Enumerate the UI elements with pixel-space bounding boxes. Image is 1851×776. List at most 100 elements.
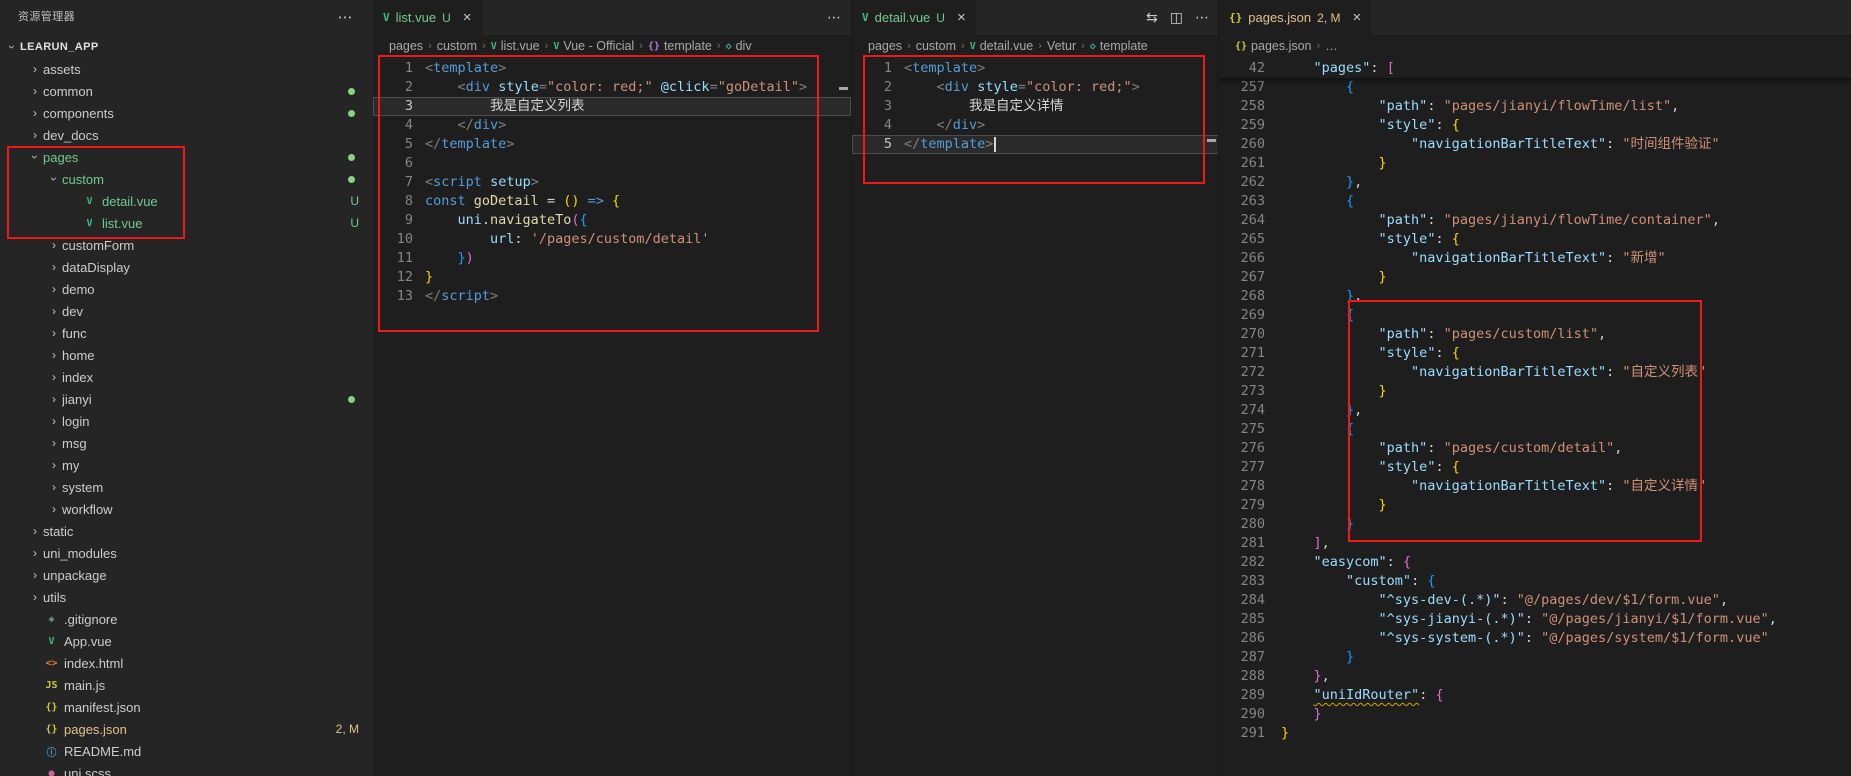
breadcrumb-item-list-vue[interactable]: Vlist.vue [491,39,540,53]
tab-list-vue[interactable]: Vlist.vueU× [373,0,483,35]
code-line[interactable]: 261 } [1219,154,1851,173]
code-line[interactable]: 273 } [1219,382,1851,401]
code-line[interactable]: 269 { [1219,306,1851,325]
code-line[interactable]: 265 "style": { [1219,230,1851,249]
code-line[interactable]: 260 "navigationBarTitleText": "时间组件验证" [1219,135,1851,154]
tree-item-jianyi[interactable]: ›jianyi [0,388,373,410]
code-line[interactable]: 274 }, [1219,401,1851,420]
code-line[interactable]: 6 [373,154,851,173]
tree-item-uni-scss[interactable]: ●uni.scss [0,762,373,776]
code-line[interactable]: 285 "^sys-jianyi-(.*)": "@/pages/jianyi/… [1219,610,1851,629]
code-line[interactable]: 278 "navigationBarTitleText": "自定义详情" [1219,477,1851,496]
changes-icon[interactable]: ⇆ [1146,9,1158,26]
tree-item-pages-json[interactable]: {}pages.json2, M [0,718,373,740]
code-line[interactable]: 5</template> [852,135,1219,154]
code-line[interactable]: 8const goDetail = () => { [373,192,851,211]
breadcrumb-item-vetur[interactable]: Vetur [1047,39,1076,53]
code-line[interactable]: 264 "path": "pages/jianyi/flowTime/conta… [1219,211,1851,230]
close-icon[interactable]: × [1352,10,1361,25]
tree-item-utils[interactable]: ›utils [0,586,373,608]
code-line[interactable]: 11 }) [373,249,851,268]
code-line[interactable]: 1<template> [373,59,851,78]
code-line[interactable]: 284 "^sys-dev-(.*)": "@/pages/dev/$1/for… [1219,591,1851,610]
breadcrumb-item-pages[interactable]: pages [868,39,902,53]
tree-item-my[interactable]: ›my [0,454,373,476]
code-line[interactable]: 276 "path": "pages/custom/detail", [1219,439,1851,458]
more-icon[interactable]: ⋯ [1195,9,1209,26]
code-line[interactable]: 271 "style": { [1219,344,1851,363]
breadcrumb-item-vue-official[interactable]: VVue - Official [553,39,634,53]
code-line[interactable]: 3 我是自定义列表 [373,97,851,116]
tree-item-dev-docs[interactable]: ›dev_docs [0,124,373,146]
tree-item-gitignore[interactable]: ◆.gitignore [0,608,373,630]
tree-item-pages[interactable]: ›pages [0,146,373,168]
code-line[interactable]: 268 }, [1219,287,1851,306]
code-line[interactable]: 267 } [1219,268,1851,287]
code-line[interactable]: 12} [373,268,851,287]
tree-item-home[interactable]: ›home [0,344,373,366]
tree-item-workflow[interactable]: ›workflow [0,498,373,520]
more-icon[interactable]: ⋯ [827,9,841,26]
code-line[interactable]: 275 { [1219,420,1851,439]
breadcrumb-item-template[interactable]: ◇template [1090,39,1148,53]
breadcrumb-item-pages-json[interactable]: {}pages.json [1235,39,1312,53]
code-line[interactable]: 2 <div style="color: red;" @click="goDet… [373,78,851,97]
tree-item-components[interactable]: ›components [0,102,373,124]
code-line[interactable]: 288 }, [1219,667,1851,686]
code-line[interactable]: 291} [1219,724,1851,743]
tree-item-index[interactable]: ›index [0,366,373,388]
tree-item-uni-modules[interactable]: ›uni_modules [0,542,373,564]
tree-item-unpackage[interactable]: ›unpackage [0,564,373,586]
code-line[interactable]: 9 uni.navigateTo({ [373,211,851,230]
code-line[interactable]: 4 </div> [373,116,851,135]
split-icon[interactable]: ◫ [1170,9,1183,26]
code-line[interactable]: 290 } [1219,705,1851,724]
code-line[interactable]: 286 "^sys-system-(.*)": "@/pages/system/… [1219,629,1851,648]
code-line[interactable]: 266 "navigationBarTitleText": "新增" [1219,249,1851,268]
tree-item-main-js[interactable]: JSmain.js [0,674,373,696]
code-line[interactable]: 263 { [1219,192,1851,211]
tree-item-customform[interactable]: ›customForm [0,234,373,256]
breadcrumb-item-custom[interactable]: custom [916,39,956,53]
tree-item-func[interactable]: ›func [0,322,373,344]
code-line[interactable]: 7<script setup> [373,173,851,192]
tree-item-app-vue[interactable]: VApp.vue [0,630,373,652]
code-line[interactable]: 281 ], [1219,534,1851,553]
tree-item-index-html[interactable]: <>index.html [0,652,373,674]
tree-item-assets[interactable]: ›assets [0,58,373,80]
code-line[interactable]: 272 "navigationBarTitleText": "自定义列表" [1219,363,1851,382]
code-line[interactable]: 258 "path": "pages/jianyi/flowTime/list"… [1219,97,1851,116]
tree-item-readme-md[interactable]: ⓘREADME.md [0,740,373,762]
tree-item-login[interactable]: ›login [0,410,373,432]
tree-item-detail-vue[interactable]: Vdetail.vueU [0,190,373,212]
code-line[interactable]: 270 "path": "pages/custom/list", [1219,325,1851,344]
code-line[interactable]: 257 { [1219,78,1851,97]
tree-item-list-vue[interactable]: Vlist.vueU [0,212,373,234]
tree-item-common[interactable]: ›common [0,80,373,102]
code-editor[interactable]: 1<template>2 <div style="color: red;" @c… [373,57,851,776]
tree-item-system[interactable]: ›system [0,476,373,498]
breadcrumb-item-div[interactable]: ◇div [726,39,752,53]
tree-item-demo[interactable]: ›demo [0,278,373,300]
code-line[interactable]: 42 "pages": [ [1219,59,1851,78]
tree-item-learun-app[interactable]: ›LEARUN_APP [0,36,373,58]
code-line[interactable]: 280 } [1219,515,1851,534]
code-line[interactable]: 10 url: '/pages/custom/detail' [373,230,851,249]
code-line[interactable]: 279 } [1219,496,1851,515]
code-line[interactable]: 4 </div> [852,116,1219,135]
tree-item-datadisplay[interactable]: ›dataDisplay [0,256,373,278]
code-line[interactable]: 5</template> [373,135,851,154]
code-line[interactable]: 3 我是自定义详情 [852,97,1219,116]
explorer-more-actions-icon[interactable]: ⋯ [338,0,353,35]
code-line[interactable]: 283 "custom": { [1219,572,1851,591]
close-icon[interactable]: × [463,10,472,25]
code-line[interactable]: 262 }, [1219,173,1851,192]
tree-item-dev[interactable]: ›dev [0,300,373,322]
code-line[interactable]: 282 "easycom": { [1219,553,1851,572]
code-line[interactable]: 277 "style": { [1219,458,1851,477]
close-icon[interactable]: × [957,10,966,25]
breadcrumb-item-pages[interactable]: pages [389,39,423,53]
code-line[interactable]: 2 <div style="color: red;"> [852,78,1219,97]
code-line[interactable]: 289 "uniIdRouter": { [1219,686,1851,705]
breadcrumb-item-template[interactable]: {}template [648,39,712,53]
